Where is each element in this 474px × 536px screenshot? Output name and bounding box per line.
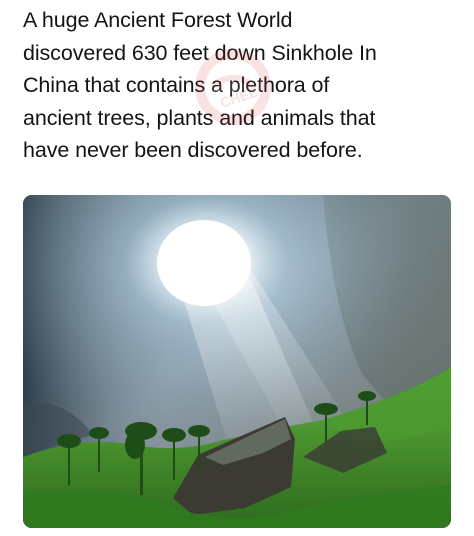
caption-line: have never been discovered before. bbox=[23, 138, 363, 163]
photo-illustration bbox=[23, 195, 451, 528]
sinkhole-forest-photo bbox=[23, 195, 451, 528]
post: A huge Ancient Forest World discovered 6… bbox=[0, 0, 474, 536]
sinkhole-opening bbox=[157, 220, 251, 306]
caption-line: A huge Ancient Forest World bbox=[23, 8, 293, 32]
meme-logo-watermark-icon: CHEE bbox=[195, 49, 271, 125]
